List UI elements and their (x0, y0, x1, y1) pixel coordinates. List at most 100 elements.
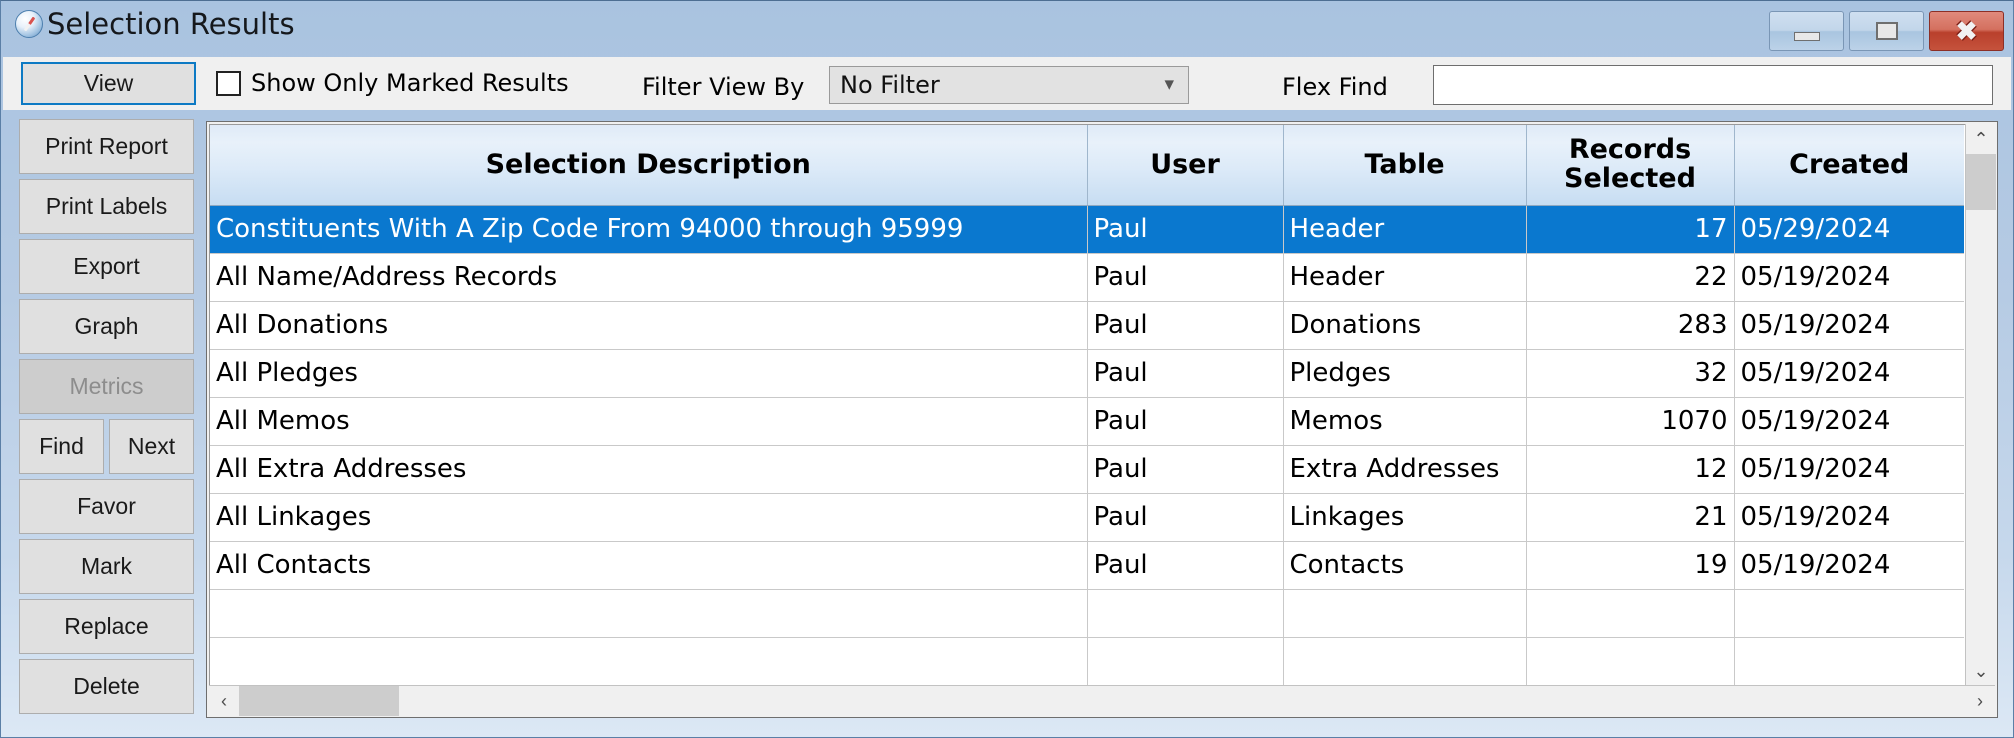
cell-user: Paul (1087, 349, 1284, 398)
sidebar-item-print-report[interactable]: Print Report (19, 119, 194, 174)
cell-table: Extra Addresses (1283, 445, 1527, 494)
title-bar: Selection Results ✖ (1, 1, 2013, 57)
close-icon: ✖ (1955, 16, 1978, 46)
cell-user: Paul (1087, 493, 1284, 542)
cell-created: 05/19/2024 (1734, 541, 1964, 590)
cell-records-selected: 19 (1526, 541, 1735, 590)
column-header-user[interactable]: User (1087, 125, 1284, 206)
column-header-created[interactable]: Created (1734, 125, 1964, 206)
cell-empty (210, 589, 1088, 638)
close-button[interactable]: ✖ (1929, 11, 2004, 51)
scroll-up-icon[interactable]: ⌃ (1966, 124, 1996, 154)
cell-description: All Pledges (210, 349, 1088, 398)
sidebar-item-print-labels[interactable]: Print Labels (19, 179, 194, 234)
cell-created: 05/19/2024 (1734, 397, 1964, 446)
cell-table: Linkages (1283, 493, 1527, 542)
checkbox-icon[interactable] (216, 70, 241, 96)
cell-created: 05/19/2024 (1734, 253, 1964, 302)
cell-records-selected: 22 (1526, 253, 1735, 302)
sidebar-item-delete[interactable]: Delete (19, 659, 194, 714)
cell-description: All Memos (210, 397, 1088, 446)
maximize-icon (1875, 22, 1898, 40)
results-grid-panel: Selection Description User Table Records… (206, 121, 1998, 718)
table-row[interactable]: All Linkages Paul Linkages 21 05/19/2024 (210, 493, 1964, 542)
cell-user: Paul (1087, 445, 1284, 494)
window-controls: ✖ (1769, 11, 2004, 51)
cell-table: Contacts (1283, 541, 1527, 590)
cell-empty (1526, 589, 1735, 638)
cell-created: 05/19/2024 (1734, 349, 1964, 398)
records-selected-line1: Records (1568, 134, 1692, 166)
horizontal-scrollbar[interactable]: ‹ › (209, 685, 1995, 716)
table-row-empty (210, 589, 1964, 638)
cell-table: Header (1283, 205, 1527, 254)
results-grid-viewport: Selection Description User Table Records… (209, 124, 1995, 686)
cell-records-selected: 283 (1526, 301, 1735, 350)
cell-table: Memos (1283, 397, 1527, 446)
sidebar-find-next-group: Find Next (19, 419, 194, 474)
column-header-table[interactable]: Table (1283, 125, 1527, 206)
scroll-left-icon[interactable]: ‹ (209, 686, 239, 716)
vertical-scrollbar-thumb[interactable] (1966, 154, 1996, 210)
sidebar-item-replace[interactable]: Replace (19, 599, 194, 654)
show-only-marked-results-checkbox[interactable]: Show Only Marked Results (216, 69, 569, 97)
cell-empty (1734, 637, 1964, 685)
scroll-right-icon[interactable]: › (1965, 686, 1995, 716)
table-row[interactable]: All Pledges Paul Pledges 32 05/19/2024 (210, 349, 1964, 398)
cell-table: Donations (1283, 301, 1527, 350)
cell-table: Header (1283, 253, 1527, 302)
table-row[interactable]: All Name/Address Records Paul Header 22 05/1… (210, 253, 1964, 302)
filter-view-by-select[interactable]: No Filter ▾ (829, 66, 1189, 104)
minimize-icon (1793, 31, 1820, 41)
table-row[interactable]: All Donations Paul Donations 283 05/19/2024 (210, 301, 1964, 350)
view-button[interactable]: View (21, 62, 196, 105)
cell-created: 05/29/2024 (1734, 205, 1964, 254)
cell-created: 05/19/2024 (1734, 301, 1964, 350)
cell-empty (1087, 637, 1284, 685)
compass-icon (15, 10, 43, 38)
table-row[interactable]: All Extra Addresses Paul Extra Addresses 12… (210, 445, 1964, 494)
sidebar-item-favor[interactable]: Favor (19, 479, 194, 534)
cell-table: Pledges (1283, 349, 1527, 398)
results-table-body: Constituents With A Zip Code From 94000 … (210, 205, 1964, 685)
sidebar-item-next[interactable]: Next (109, 419, 194, 474)
sidebar-item-find[interactable]: Find (19, 419, 104, 474)
sidebar-item-graph[interactable]: Graph (19, 299, 194, 354)
cell-records-selected: 21 (1526, 493, 1735, 542)
flex-find-label: Flex Find (1282, 73, 1388, 101)
column-header-records-selected[interactable]: Records Selected (1526, 125, 1735, 206)
filter-view-by-label: Filter View By (642, 73, 805, 101)
cell-empty (1734, 589, 1964, 638)
title-bar-left: Selection Results (15, 9, 295, 39)
sidebar: Print Report Print Labels Export Graph M… (19, 119, 194, 714)
sidebar-item-mark[interactable]: Mark (19, 539, 194, 594)
cell-empty (210, 637, 1088, 685)
cell-description: Constituents With A Zip Code From 94000 … (210, 205, 1088, 254)
cell-empty (1283, 637, 1527, 685)
column-header-selection-description[interactable]: Selection Description (210, 125, 1088, 206)
cell-user: Paul (1087, 397, 1284, 446)
table-row[interactable]: All Memos Paul Memos 1070 05/19/2024 (210, 397, 1964, 446)
toolbar: View Show Only Marked Results Filter Vie… (3, 57, 2011, 110)
sidebar-item-export[interactable]: Export (19, 239, 194, 294)
filter-view-by-value: No Filter (840, 71, 940, 99)
cell-records-selected: 17 (1526, 205, 1735, 254)
table-row[interactable]: Constituents With A Zip Code From 94000 … (210, 205, 1964, 254)
chevron-down-icon: ▾ (1164, 74, 1174, 95)
selection-results-window: Selection Results ✖ View Show Only Marke… (0, 0, 2014, 738)
cell-user: Paul (1087, 205, 1284, 254)
flex-find-input[interactable] (1433, 65, 1993, 105)
sidebar-item-metrics: Metrics (19, 359, 194, 414)
cell-user: Paul (1087, 541, 1284, 590)
cell-empty (1087, 589, 1284, 638)
horizontal-scrollbar-thumb[interactable] (239, 686, 399, 716)
cell-created: 05/19/2024 (1734, 445, 1964, 494)
vertical-scrollbar[interactable]: ⌃ ⌄ (1965, 124, 1996, 686)
cell-description: All Name/Address Records (210, 253, 1088, 302)
table-row[interactable]: All Contacts Paul Contacts 19 05/19/2024 (210, 541, 1964, 590)
scroll-down-icon[interactable]: ⌄ (1966, 656, 1996, 686)
maximize-button[interactable] (1849, 11, 1924, 51)
cell-records-selected: 12 (1526, 445, 1735, 494)
minimize-button[interactable] (1769, 11, 1844, 51)
cell-description: All Donations (210, 301, 1088, 350)
